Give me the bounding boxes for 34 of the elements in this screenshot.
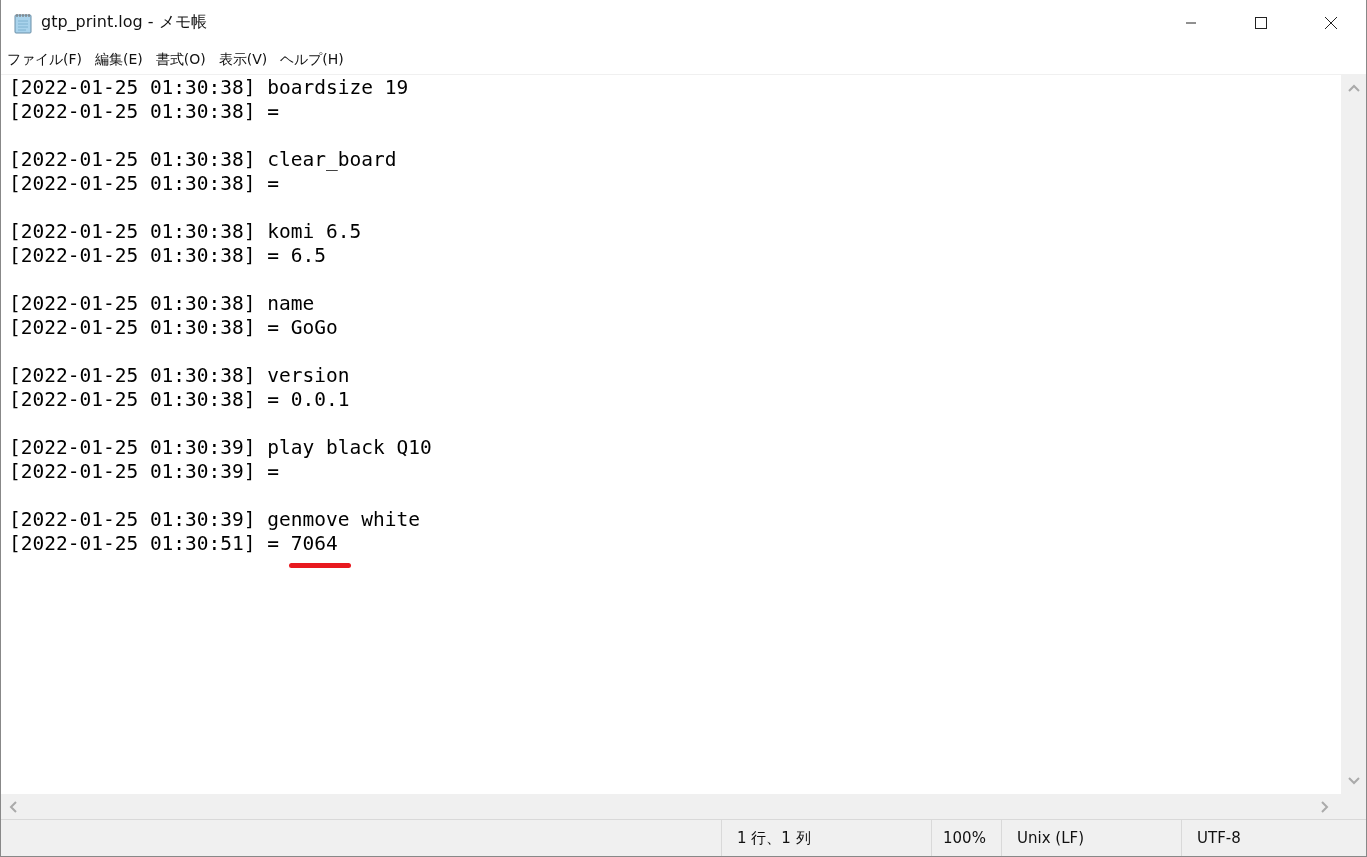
scroll-down-icon <box>1347 777 1360 785</box>
menu-item[interactable]: 表示(V) <box>218 50 268 69</box>
notepad-icon <box>13 11 33 34</box>
scroll-up-icon <box>1347 84 1360 92</box>
log-line: [2022-01-25 01:30:39] = <box>9 460 280 484</box>
scroll-left-icon <box>9 800 17 813</box>
window-title: gtp_print.log - メモ帳 <box>41 12 207 33</box>
log-line: [2022-01-25 01:30:38] = <box>9 100 280 124</box>
maximize-icon <box>1254 15 1268 30</box>
log-line: [2022-01-25 01:30:39] genmove white <box>9 508 420 532</box>
log-line: [2022-01-25 01:30:38] = 6.5 <box>9 244 326 268</box>
scroll-right-icon <box>1321 800 1329 813</box>
log-line: [2022-01-25 01:30:38] clear_board <box>9 148 397 172</box>
zoom-level: 100% <box>943 829 986 847</box>
log-line: [2022-01-25 01:30:38] boardsize 19 <box>9 76 409 100</box>
log-line: [2022-01-25 01:30:38] name <box>9 292 315 316</box>
close-icon <box>1324 15 1338 30</box>
horizontal-scrollbar[interactable] <box>1 794 1366 819</box>
log-line: [2022-01-25 01:30:51] = <box>9 532 280 556</box>
vertical-scrollbar[interactable] <box>1341 75 1366 794</box>
log-value: 7064 <box>290 532 338 556</box>
menu-item[interactable]: 書式(O) <box>155 50 206 69</box>
cursor-position: 1 行、1 列 <box>737 828 811 848</box>
log-line: [2022-01-25 01:30:39] play black Q10 <box>9 436 432 460</box>
log-line: [2022-01-25 01:30:38] = 0.0.1 <box>9 388 350 412</box>
encoding: UTF-8 <box>1197 829 1241 847</box>
log-line: [2022-01-25 01:30:38] version <box>9 364 350 388</box>
log-line: [2022-01-25 01:30:38] = GoGo <box>9 316 338 340</box>
log-line: [2022-01-25 01:30:38] komi 6.5 <box>9 220 362 244</box>
log-line: [2022-01-25 01:30:38] = <box>9 172 280 196</box>
menu-item[interactable]: 編集(E) <box>95 50 143 69</box>
menu-item[interactable]: ファイル(F) <box>7 50 82 69</box>
line-ending: Unix (LF) <box>1017 829 1084 847</box>
menu-item[interactable]: ヘルプ(H) <box>280 50 344 69</box>
